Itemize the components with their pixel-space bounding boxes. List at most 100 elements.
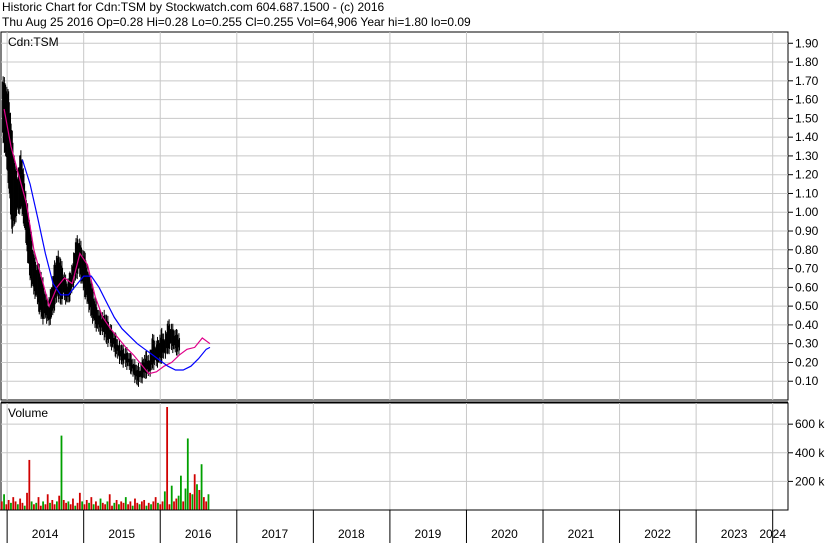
volume-bar [97, 505, 100, 510]
volume-bar [53, 504, 56, 510]
volume-y-tick-label: 400 k [795, 446, 825, 460]
volume-bar [92, 504, 95, 510]
volume-bar [0, 501, 3, 510]
price-y-tick-label: 1.90 [795, 36, 819, 50]
price-y-tick-label: 0.90 [795, 224, 819, 238]
volume-panel [0, 402, 789, 511]
volume-bar [161, 501, 164, 510]
volume-bar [122, 502, 125, 510]
volume-bar [33, 504, 35, 510]
volume-bar [12, 497, 15, 510]
volume-bar [60, 435, 63, 510]
price-y-tick-label: 1.00 [795, 205, 819, 219]
volume-bar [154, 497, 157, 510]
price-y-tick-label: 1.30 [795, 149, 819, 163]
volume-bar [159, 504, 162, 510]
price-y-tick-label: 1.50 [795, 111, 819, 125]
price-y-tick-label: 1.80 [795, 55, 819, 69]
price-y-tick-label: 0.20 [795, 355, 819, 369]
volume-bar [46, 494, 49, 510]
price-y-axis: 1.90 1.80 1.70 1.60 1.50 1.40 1.30 1.20 1.10 1.00… [788, 36, 819, 388]
volume-bar [74, 505, 77, 510]
volume-bar [23, 505, 26, 510]
volume-y-tick-label: 200 k [795, 474, 825, 488]
volume-bar [177, 495, 180, 510]
volume-bar [170, 485, 173, 510]
x-tick-label: 2024 [759, 527, 786, 541]
volume-bar [21, 502, 24, 510]
volume-bar [99, 498, 102, 510]
volume-bar [28, 459, 31, 510]
x-tick-label: 2017 [261, 527, 288, 541]
volume-bar [120, 501, 123, 510]
volume-bar [182, 501, 185, 510]
volume-bar [175, 498, 178, 510]
volume-bar [157, 502, 159, 510]
volume-bar [85, 499, 88, 510]
volume-bar [65, 502, 67, 510]
volume-panel-label: Volume [8, 406, 48, 420]
volume-bar [202, 497, 205, 510]
volume-bar [127, 504, 129, 510]
volume-bar [37, 497, 40, 510]
volume-bar [147, 502, 150, 510]
volume-bar [58, 495, 61, 510]
price-y-tick-label: 0.70 [795, 262, 819, 276]
volume-bar [108, 494, 111, 510]
price-y-tick-label: 0.80 [795, 243, 819, 257]
volume-bar [193, 474, 196, 510]
volume-bar [205, 501, 208, 510]
x-tick-label: 2022 [644, 527, 671, 541]
volume-bar [51, 499, 54, 510]
volume-bar [62, 499, 65, 510]
volume-bar [180, 475, 182, 510]
volume-bar [67, 501, 70, 510]
volume-bar [88, 502, 90, 510]
x-tick-label: 2021 [568, 527, 595, 541]
volume-bar [143, 499, 146, 510]
volume-bar [136, 502, 139, 510]
volume-bar [35, 502, 38, 510]
volume-bar [189, 492, 191, 510]
price-y-tick-label: 1.20 [795, 168, 819, 182]
price-y-tick-label: 0.10 [795, 374, 819, 388]
volume-bar [5, 504, 8, 510]
volume-bar [76, 502, 79, 510]
price-y-tick-label: 0.50 [795, 299, 819, 313]
volume-bar [168, 504, 171, 510]
volume-bar [101, 502, 104, 510]
volume-bar [200, 464, 203, 510]
volume-bar [138, 504, 141, 510]
volume-bar [131, 505, 134, 510]
volume-y-axis: 600 k 400 k 200 k [788, 417, 825, 488]
x-tick-label: 2023 [721, 527, 748, 541]
price-y-tick-label: 1.70 [795, 74, 819, 88]
volume-bar [207, 494, 210, 510]
volume-bar [124, 497, 127, 510]
volume-bar [166, 407, 169, 510]
volume-bar [19, 498, 22, 510]
volume-bar [198, 489, 201, 510]
volume-bar [90, 497, 93, 510]
volume-bar [150, 504, 152, 510]
volume-bar [78, 492, 81, 510]
stock-chart: 1.90 1.80 1.70 1.60 1.50 1.40 1.30 1.20 1.10 1.00… [0, 31, 825, 543]
volume-bar [106, 501, 109, 510]
x-tick-label: 2018 [338, 527, 365, 541]
volume-bar [95, 501, 97, 510]
volume-bar [83, 504, 86, 510]
volume-bar [140, 501, 143, 510]
price-panel-label: Cdn:TSM [8, 35, 59, 49]
volume-bar [49, 502, 51, 510]
price-y-tick-label: 0.40 [795, 318, 819, 332]
x-tick-label: 2015 [108, 527, 135, 541]
x-tick-label: 2020 [491, 527, 518, 541]
volume-bar [186, 438, 189, 510]
volume-bar [191, 494, 194, 510]
volume-bar [111, 505, 113, 510]
x-tick-label: 2016 [185, 527, 212, 541]
x-tick-label: 2019 [415, 527, 442, 541]
volume-bar [113, 502, 116, 510]
volume-bar [81, 501, 84, 510]
price-y-tick-label: 1.60 [795, 93, 819, 107]
